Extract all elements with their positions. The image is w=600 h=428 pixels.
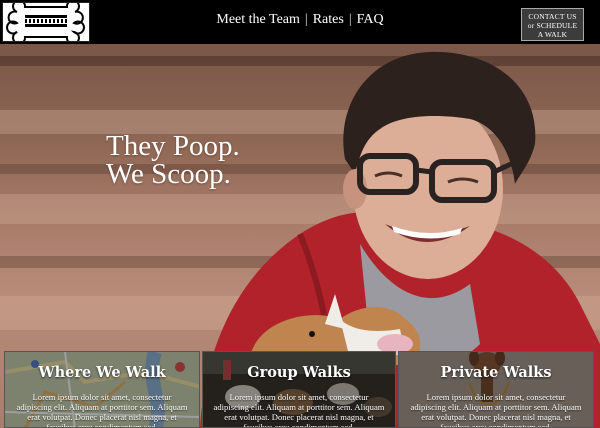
card-body: Lorem ipsum dolor sit amet, consectetur … [16, 392, 188, 428]
nav-separator: | [304, 12, 308, 27]
card-private-walks[interactable]: Private Walks Lorem ipsum dolor sit amet… [398, 351, 594, 428]
tagline-line-1: They Poop. [106, 130, 240, 162]
card-title: Private Walks [440, 364, 552, 381]
nav-separator: | [348, 12, 352, 27]
cta-line-1: CONTACT US [528, 12, 577, 21]
card-group-walks[interactable]: Group Walks Lorem ipsum dolor sit amet, … [202, 351, 396, 428]
nav-rates[interactable]: Rates [313, 12, 344, 27]
site-header: Meet the Team | Rates | FAQ CONTACT US or SC… [0, 0, 600, 44]
hero-tagline: They Poop. We Scoop. [106, 130, 240, 190]
card-title: Where We Walk [38, 364, 166, 381]
nav-meet-the-team[interactable]: Meet the Team [216, 12, 300, 27]
nav-faq[interactable]: FAQ [357, 12, 384, 27]
main-nav: Meet the Team | Rates | FAQ [0, 12, 600, 28]
card-body: Lorem ipsum dolor sit amet, consectetur … [213, 392, 385, 428]
card-where-we-walk[interactable]: Where We Walk Lorem ipsum dolor sit amet… [4, 351, 200, 428]
card-body: Lorem ipsum dolor sit amet, consectetur … [410, 392, 582, 428]
service-cards: Where We Walk Lorem ipsum dolor sit amet… [0, 351, 600, 428]
contact-schedule-button[interactable]: CONTACT US or SCHEDULE A WALK [521, 8, 584, 41]
cta-line-2: or SCHEDULE [527, 21, 578, 30]
card-title: Group Walks [247, 364, 351, 381]
cta-line-3: A WALK [537, 30, 568, 39]
tagline-line-2: We Scoop. [106, 158, 231, 190]
